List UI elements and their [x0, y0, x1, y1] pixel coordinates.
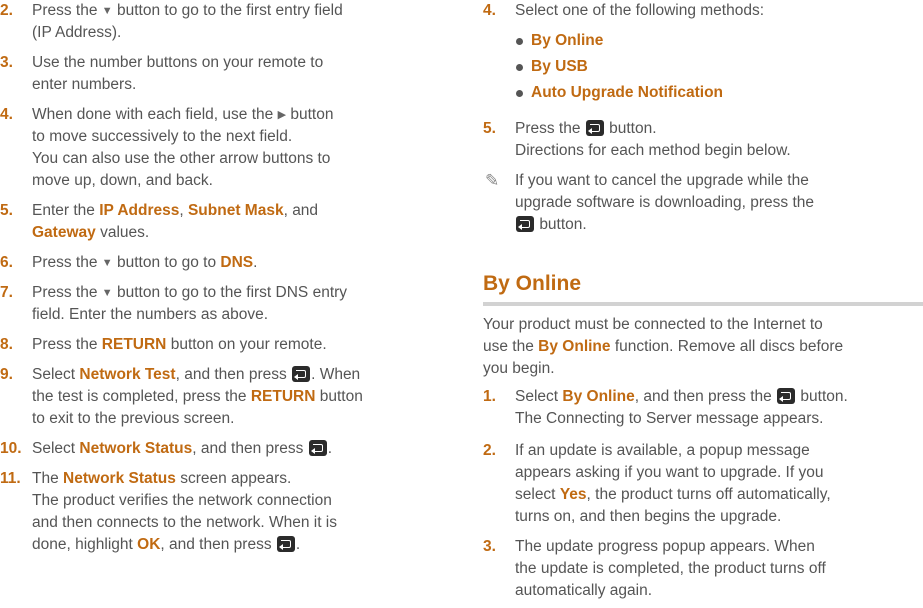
pencil-note-icon: ✎	[485, 171, 500, 190]
step-10: 10. Select Network Status, and then pres…	[0, 438, 332, 460]
enter-button-icon	[777, 388, 796, 404]
step-number: 6.	[0, 254, 13, 271]
method-list: By Online By USB Auto Upgrade Notificati…	[483, 30, 723, 104]
step-number: 3.	[483, 538, 496, 555]
step-6: 6. Press the ▼ button to go to DNS.	[0, 252, 257, 274]
step-4: 4. When done with each field, use the ▶ …	[0, 106, 334, 189]
step-number: 1.	[483, 388, 496, 405]
enter-button-icon	[292, 366, 311, 382]
online-step-3: 3. The update progress popup appears. Wh…	[483, 538, 826, 599]
step-number: 9.	[0, 366, 13, 383]
method-step-5: 5. Press the button. Directions for each…	[483, 120, 791, 159]
list-item: By USB	[515, 56, 723, 78]
step-number: 4.	[0, 106, 13, 123]
step-8: 8. Press the RETURN button on your remot…	[0, 334, 327, 356]
manual-page: 2. Press the ▼ button to go to the first…	[0, 0, 923, 608]
step-number: 8.	[0, 336, 13, 353]
step-number: 5.	[483, 120, 496, 137]
step-2: 2. Press the ▼ button to go to the first…	[0, 2, 343, 41]
step-number: 2.	[0, 2, 13, 19]
enter-button-icon	[585, 120, 604, 136]
step-number: 5.	[0, 202, 13, 219]
step-9: 9. Select Network Test, and then press .…	[0, 366, 363, 427]
down-arrow-icon: ▼	[101, 5, 113, 17]
step-7: 7. Press the ▼ button to go to the first…	[0, 284, 348, 323]
down-arrow-icon: ▼	[101, 287, 113, 299]
right-arrow-icon: ▶	[277, 109, 287, 121]
step-number: 10.	[0, 440, 22, 457]
step-number: 3.	[0, 54, 13, 71]
step-number: 7.	[0, 284, 13, 301]
step-3: 3. Use the number buttons on your remote…	[0, 54, 324, 93]
step-number: 11.	[0, 470, 21, 487]
online-step-2: 2. If an update is available, a popup me…	[483, 442, 831, 525]
step-5: 5. Enter the IP Address, Subnet Mask, an…	[0, 202, 319, 241]
enter-button-icon	[516, 216, 534, 232]
note: ✎ If you want to cancel the upgrade whil…	[485, 171, 814, 233]
intro-paragraph: Your product must be connected to the In…	[483, 316, 844, 377]
method-step-4: 4. Select one of the following methods:	[483, 0, 764, 22]
list-item: Auto Upgrade Notification	[515, 82, 723, 104]
step-number: 2.	[483, 442, 496, 459]
down-arrow-icon: ▼	[101, 257, 113, 269]
online-step-1: 1. Select By Online, and then press the …	[483, 388, 848, 427]
list-item: By Online	[515, 30, 723, 52]
section-title: By Online	[483, 270, 923, 306]
enter-button-icon	[276, 536, 295, 552]
step-number: 4.	[483, 2, 496, 19]
enter-button-icon	[308, 440, 327, 456]
step-11: 11. The Network Status screen appears. T…	[0, 470, 338, 553]
